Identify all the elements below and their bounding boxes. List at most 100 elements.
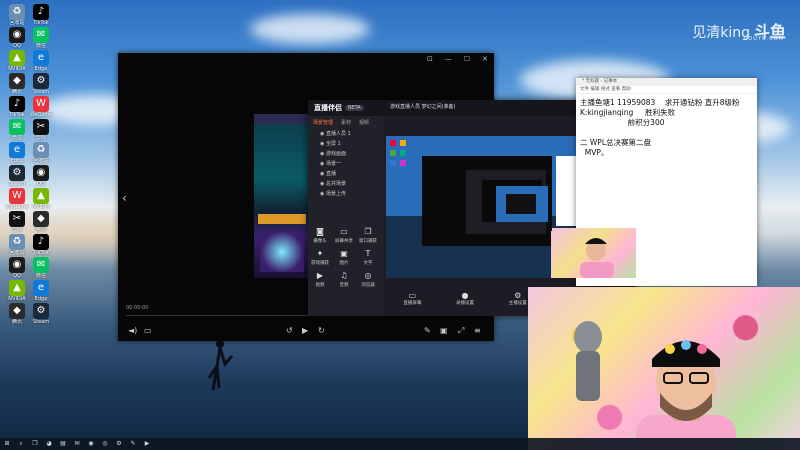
browser-icon: ◎ <box>364 271 372 280</box>
previous-arrow-icon[interactable]: ‹ <box>122 191 127 205</box>
nvidia-icon: ▲ <box>33 188 49 204</box>
chrome-icon[interactable]: ◕ <box>44 440 54 448</box>
edit-icon[interactable]: ✎ <box>424 326 431 335</box>
steam-icon: ⚙ <box>33 73 49 89</box>
scene-item[interactable]: ◉ 直播人员 1 <box>308 129 384 139</box>
maximize-icon[interactable]: ☐ <box>464 55 470 63</box>
edge-icon: e <box>9 142 25 158</box>
bottom-tool-label: 直播屏幕 <box>403 300 422 306</box>
desktop-shortcut-label: Edge <box>34 296 48 302</box>
qq-icon: ◉ <box>9 27 25 43</box>
rotate-right-icon[interactable]: ↻ <box>318 326 325 335</box>
qq-icon[interactable]: ◉ <box>86 440 96 448</box>
wechat-icon[interactable]: ✉ <box>72 440 82 448</box>
text-icon: T <box>365 249 371 258</box>
tencent-icon: ◆ <box>9 73 25 89</box>
source-tool[interactable]: ▣ 图片 <box>332 248 356 270</box>
player-icon[interactable]: ▶ <box>142 440 152 448</box>
playlist-icon[interactable]: ≡ <box>474 326 481 335</box>
bottom-tool[interactable]: ▭ 直播屏幕 <box>403 291 421 306</box>
tool-label: 屏幕共享 <box>335 239 353 244</box>
desktop-shortcut[interactable]: ✂ 剪映 <box>26 119 56 153</box>
volume-icon[interactable]: ◄) <box>128 326 137 335</box>
source-tool[interactable]: T 文字 <box>356 248 380 270</box>
tab-scenes[interactable]: 场景管理 <box>313 119 333 126</box>
source-tool[interactable]: ♫ 音频 <box>332 270 356 292</box>
source-tool-grid: ◙ 摄像头 ▭ 屏幕共享 ❐ 窗口捕获 ✦ 游戏捕获 ▣ 图片 T 文字 ▶ 视频 ♫ 音频 ◎ 浏览器 <box>308 226 384 292</box>
tab-assets[interactable]: 素材 <box>341 119 351 126</box>
desktop-shortcut-label: 微信 <box>35 273 46 279</box>
desktop-shortcut-label: 剪映 <box>35 135 46 141</box>
tencent-icon: ◆ <box>9 303 25 319</box>
desktop-shortcut-label: Edge <box>10 158 24 164</box>
scene-item[interactable]: ◉ 总共场景 <box>308 179 384 189</box>
minimize-icon[interactable]: — <box>445 55 452 63</box>
notepad-icon[interactable]: ✎ <box>128 440 138 448</box>
bottom-tool[interactable]: ⚙ 主播设置 <box>509 291 527 306</box>
scene-item[interactable]: ◉ 场景上传 <box>308 189 384 199</box>
douyu-watermark: 见清king 斗鱼 DOUYU.COM <box>692 18 786 42</box>
search-icon[interactable]: ⌕ <box>16 440 26 448</box>
figurine <box>574 321 602 401</box>
source-tool[interactable]: ◎ 浏览器 <box>356 270 380 292</box>
folder-icon[interactable]: ▤ <box>58 440 68 448</box>
desktop-shortcut-label: Steam <box>32 319 50 325</box>
scene-item[interactable]: ◉ 全屏 1 <box>308 139 384 149</box>
notepad-text[interactable]: 主播鱼塘1 11959083 求开通钻粉 直升8级粉 K:kingjianqin… <box>576 94 757 162</box>
player-titlebar[interactable]: ⊡ — ☐ ✕ <box>118 53 494 65</box>
current-time: 00:00:00 <box>126 305 149 311</box>
scene-item[interactable]: ◉ 游戏画面 <box>308 149 384 159</box>
mini-webcam-preview <box>552 228 636 278</box>
qq-icon: ◉ <box>33 165 49 181</box>
scene-item[interactable]: ◉ 直播 <box>308 169 384 179</box>
window-icon: ❐ <box>364 227 372 236</box>
tab-video[interactable]: 视频 <box>359 119 369 126</box>
source-tool[interactable]: ▶ 视频 <box>308 270 332 292</box>
tool-label: 游戏捕获 <box>311 261 329 266</box>
windows-taskbar: ⊞ ⌕ ❐ ◕ ▤ ✉ ◉ ◎ ⚙ ✎ ▶ <box>0 438 800 450</box>
source-tool[interactable]: ✦ 游戏捕获 <box>308 248 332 270</box>
rotate-left-icon[interactable]: ↺ <box>286 326 293 335</box>
qq-icon: ◉ <box>9 257 25 273</box>
task-view-icon[interactable]: ❐ <box>30 440 40 448</box>
pip-icon[interactable]: ▣ <box>440 326 448 335</box>
desktop-shortcut[interactable]: ⚙ Steam <box>26 303 56 337</box>
desktop-shortcut-label: 微信 <box>35 43 46 49</box>
fullscreen-icon[interactable]: ⤢ <box>458 326 464 336</box>
source-tool[interactable]: ◙ 摄像头 <box>308 226 332 248</box>
subtitle-icon[interactable]: ▭ <box>144 326 152 335</box>
steam-icon[interactable]: ⚙ <box>114 440 124 448</box>
close-icon[interactable]: ✕ <box>482 55 488 63</box>
tiktok-icon: ♪ <box>33 4 49 20</box>
sidebar-tabs: 场景管理 素材 视频 <box>308 116 384 129</box>
source-tool[interactable]: ▭ 屏幕共享 <box>332 226 356 248</box>
tool-label: 摄像头 <box>313 239 327 244</box>
tool-label: 窗口捕获 <box>359 239 377 244</box>
desktop-shortcut-label: TikTok <box>33 20 49 26</box>
desktop-shortcut-label: Steam <box>32 89 50 95</box>
obs-icon[interactable]: ◎ <box>100 440 110 448</box>
screen: ♻ 回收站 ♻ 回收站 ♻ 回收站 ◉ QQ ◉ QQ ◉ QQ ▲ NVIDIA ▲ NVIDIA ▲ NVID… <box>0 0 800 450</box>
edge-icon: e <box>33 50 49 66</box>
scene-item[interactable]: ◉ 场景一 <box>308 159 384 169</box>
recycle-bin-icon: ♻ <box>9 4 25 20</box>
douyu-domain: DOUYU.COM <box>743 36 784 42</box>
source-tool[interactable]: ❐ 窗口捕获 <box>356 226 380 248</box>
bottom-tool-label: 录播设置 <box>456 300 475 306</box>
steam-icon: ⚙ <box>33 303 49 319</box>
room-name[interactable]: 游戏直播人员 梦幻之间(准备) <box>390 103 456 110</box>
bottom-tool-label: 主播设置 <box>508 300 527 306</box>
play-icon[interactable]: ▶ <box>302 326 308 335</box>
desktop-shortcut-label: WeGame <box>5 204 29 210</box>
companion-logo: 直播伴侣 <box>314 104 342 112</box>
streamer-webcam <box>528 287 800 450</box>
notepad-menu[interactable]: 文件 编辑 格式 查看 帮助 <box>576 86 757 94</box>
desktop-shortcut[interactable]: ✂ 剪映 <box>2 211 32 245</box>
start-icon[interactable]: ⊞ <box>2 440 12 448</box>
tool-label: 文字 <box>363 261 373 266</box>
desktop-shortcut-label: 剪映 <box>11 227 22 233</box>
pin-icon[interactable]: ⊡ <box>427 55 433 63</box>
streamer <box>636 340 736 450</box>
bottom-tool[interactable]: ● 录播设置 <box>456 291 474 306</box>
video-frame[interactable] <box>254 114 310 278</box>
